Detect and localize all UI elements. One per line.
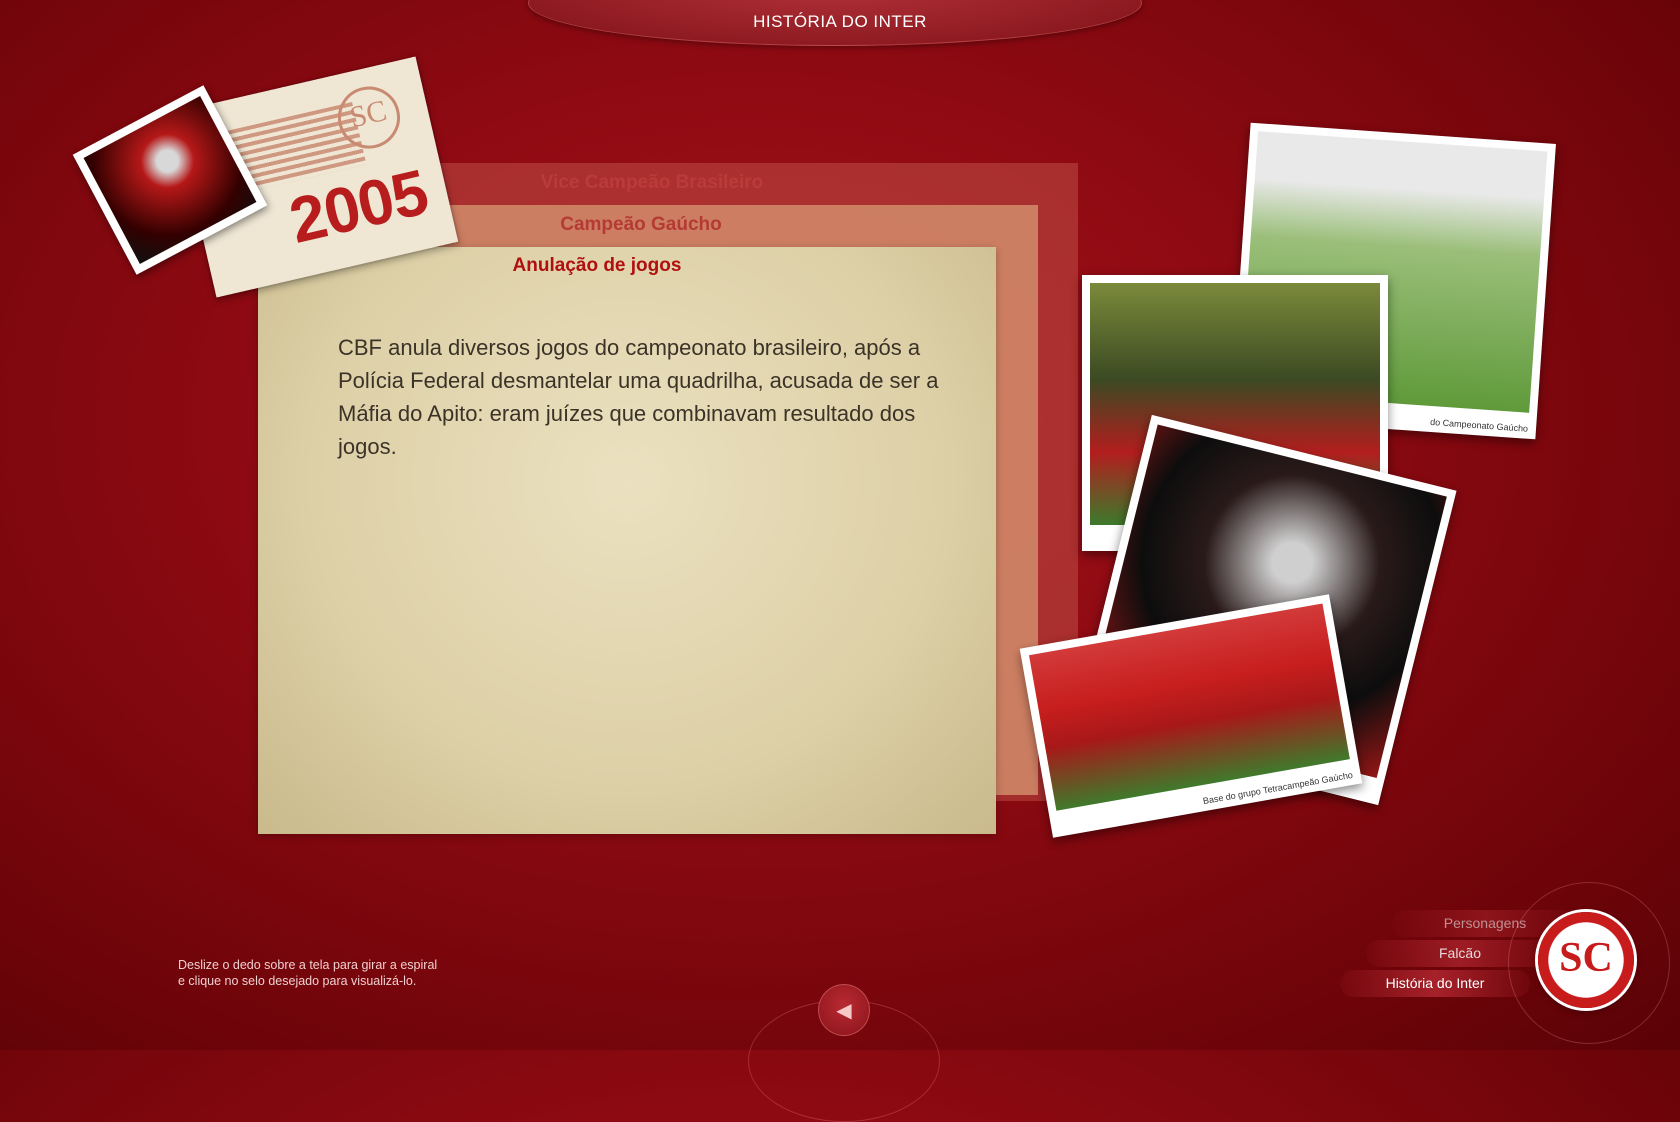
instruction-hint: Deslize o dedo sobre a tela para girar a… [178,957,437,989]
inter-crest-icon: SC [1559,935,1613,981]
hint-line-1: Deslize o dedo sobre a tela para girar a… [178,958,438,972]
page-title: HISTÓRIA DO INTER [753,12,927,31]
card-anulacao-jogos: Anulação de jogos CBF anula diversos jog… [258,247,996,834]
nav-item-historia[interactable]: História do Inter [1340,970,1530,997]
inter-logo-button[interactable]: SC [1538,912,1634,1008]
hint-line-2: e clique no selo desejado para visualizá… [178,974,417,988]
card-body-text: CBF anula diversos jogos do campeonato b… [338,335,939,459]
back-button[interactable]: ◀ [818,984,870,1036]
